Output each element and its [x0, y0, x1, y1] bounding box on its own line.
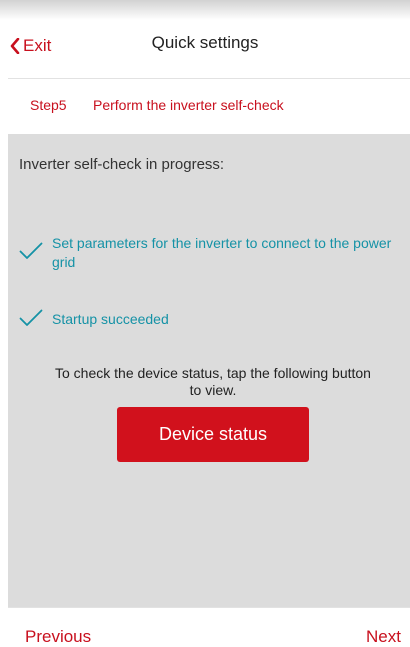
progress-heading: Inverter self-check in progress:	[19, 156, 225, 173]
check-item-text: Set parameters for the inverter to conne…	[52, 235, 392, 270]
header: Exit Quick settings	[0, 20, 410, 75]
check-item: Startup succeeded	[19, 309, 404, 331]
step-title: Perform the inverter self-check	[93, 97, 284, 113]
next-button[interactable]: Next	[366, 627, 401, 647]
divider	[8, 607, 410, 608]
device-status-button[interactable]: Device status	[117, 407, 309, 462]
check-item: Set parameters for the inverter to conne…	[19, 234, 404, 274]
status-bar-shadow	[0, 0, 410, 20]
checkmark-icon	[19, 309, 43, 326]
previous-button[interactable]: Previous	[25, 627, 91, 647]
check-item-text: Startup succeeded	[52, 311, 169, 327]
self-check-panel: Inverter self-check in progress: Set par…	[8, 134, 410, 607]
page-title: Quick settings	[151, 33, 259, 52]
device-status-hint: To check the device status, tap the foll…	[55, 365, 371, 398]
checkmark-icon	[19, 242, 43, 259]
step-number: Step5	[30, 97, 67, 113]
divider	[8, 78, 410, 79]
step-row: Step5 Perform the inverter self-check	[0, 89, 410, 119]
